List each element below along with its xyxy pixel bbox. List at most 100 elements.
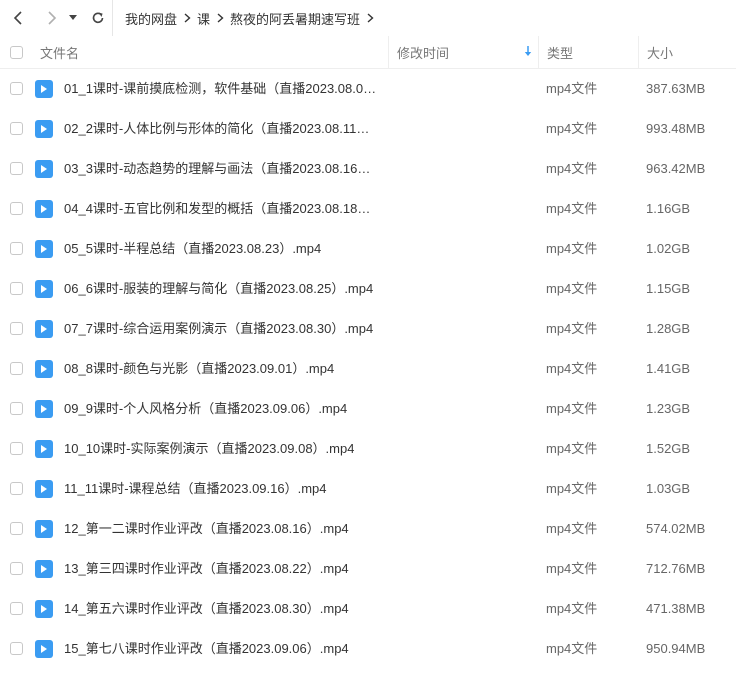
file-list: 01_1课时-课前摸底检测，软件基础（直播2023.08.09）_... mp4文… [0,69,736,669]
file-name[interactable]: 01_1课时-课前摸底检测，软件基础（直播2023.08.09）_... [64,69,380,109]
arrow-right-icon [48,11,57,25]
file-name[interactable]: 04_4课时-五官比例和发型的概括（直播2023.08.18）.mp4 [64,189,380,229]
column-header-size[interactable]: 大小 [638,36,736,68]
file-size: 950.94MB [646,641,706,656]
file-type: mp4文件 [546,441,598,456]
video-file-icon [35,80,53,98]
file-type: mp4文件 [546,241,598,256]
file-name[interactable]: 11_11课时-课程总结（直播2023.09.16）.mp4 [64,469,327,509]
row-checkbox[interactable] [10,82,23,95]
file-size: 1.41GB [646,361,691,376]
file-row[interactable]: 06_6课时-服装的理解与简化（直播2023.08.25）.mp4 mp4文件 1.… [0,269,736,309]
file-type: mp4文件 [546,281,598,296]
file-name[interactable]: 05_5课时-半程总结（直播2023.08.23）.mp4 [64,229,321,269]
file-size: 993.48MB [646,121,706,136]
refresh-button[interactable] [84,0,112,36]
column-header-name[interactable]: 文件名 [40,36,79,68]
row-checkbox[interactable] [10,522,23,535]
chevron-right-icon [177,13,197,23]
video-file-icon [35,320,53,338]
breadcrumb-item-current[interactable]: 熬夜的阿丢暑期速写班 [230,9,360,28]
row-checkbox[interactable] [10,442,23,455]
file-row[interactable]: 14_第五六课时作业评改（直播2023.08.30）.mp4 mp4文件 471.3… [0,589,736,629]
forward-button[interactable] [38,0,66,36]
row-checkbox[interactable] [10,642,23,655]
chevron-right-icon [360,13,380,23]
file-name[interactable]: 02_2课时-人体比例与形体的简化（直播2023.08.11）.mp4 [64,109,380,149]
file-size: 1.52GB [646,441,691,456]
video-file-icon [35,520,53,538]
navigation-bar: 我的网盘 课 熬夜的阿丢暑期速写班 [0,0,736,36]
file-row[interactable]: 08_8课时-颜色与光影（直播2023.09.01）.mp4 mp4文件 1.41G… [0,349,736,389]
file-name[interactable]: 07_7课时-综合运用案例演示（直播2023.08.30）.mp4 [64,309,373,349]
row-checkbox[interactable] [10,162,23,175]
history-dropdown-button[interactable] [66,0,80,36]
file-name[interactable]: 10_10课时-实际案例演示（直播2023.09.08）.mp4 [64,429,354,469]
file-type: mp4文件 [546,121,598,136]
row-checkbox[interactable] [10,282,23,295]
file-type: mp4文件 [546,641,598,656]
file-name[interactable]: 09_9课时-个人风格分析（直播2023.09.06）.mp4 [64,389,347,429]
back-button[interactable] [4,0,32,36]
column-header-time[interactable]: 修改时间 [388,36,538,68]
file-size: 1.03GB [646,481,691,496]
file-name[interactable]: 15_第七八课时作业评改（直播2023.09.06）.mp4 [64,629,349,669]
column-header-time-label: 修改时间 [397,45,450,61]
file-type: mp4文件 [546,401,598,416]
file-list-header: 文件名 修改时间 类型 大小 [0,36,736,69]
video-file-icon [35,280,53,298]
file-size: 387.63MB [646,81,706,96]
video-file-icon [35,480,53,498]
row-checkbox[interactable] [10,562,23,575]
row-checkbox[interactable] [10,362,23,375]
file-type: mp4文件 [546,161,598,176]
file-row[interactable]: 05_5课时-半程总结（直播2023.08.23）.mp4 mp4文件 1.02GB [0,229,736,269]
arrow-left-icon [13,11,22,25]
file-row[interactable]: 01_1课时-课前摸底检测，软件基础（直播2023.08.09）_... mp4文… [0,69,736,109]
file-row[interactable]: 11_11课时-课程总结（直播2023.09.16）.mp4 mp4文件 1.03G… [0,469,736,509]
file-row[interactable]: 04_4课时-五官比例和发型的概括（直播2023.08.18）.mp4 mp4文件… [0,189,736,229]
video-file-icon [35,200,53,218]
file-row[interactable]: 03_3课时-动态趋势的理解与画法（直播2023.08.16）.mp4 mp4文件… [0,149,736,189]
video-file-icon [35,400,53,418]
file-type: mp4文件 [546,561,598,576]
file-name[interactable]: 03_3课时-动态趋势的理解与画法（直播2023.08.16）.mp4 [64,149,380,189]
file-name[interactable]: 12_第一二课时作业评改（直播2023.08.16）.mp4 [64,509,349,549]
row-checkbox[interactable] [10,122,23,135]
select-all-checkbox[interactable] [10,36,23,68]
refresh-icon [92,12,104,24]
file-type: mp4文件 [546,361,598,376]
file-row[interactable]: 15_第七八课时作业评改（直播2023.09.06）.mp4 mp4文件 950.9… [0,629,736,669]
file-type: mp4文件 [546,321,598,336]
row-checkbox[interactable] [10,242,23,255]
file-name[interactable]: 14_第五六课时作业评改（直播2023.08.30）.mp4 [64,589,349,629]
file-size: 471.38MB [646,601,706,616]
chevron-right-icon [210,13,230,23]
breadcrumb-item-root[interactable]: 我的网盘 [125,9,177,28]
video-file-icon [35,240,53,258]
file-size: 963.42MB [646,161,706,176]
file-row[interactable]: 09_9课时-个人风格分析（直播2023.09.06）.mp4 mp4文件 1.23… [0,389,736,429]
file-row[interactable]: 12_第一二课时作业评改（直播2023.08.16）.mp4 mp4文件 574.0… [0,509,736,549]
video-file-icon [35,600,53,618]
file-size: 574.02MB [646,521,706,536]
row-checkbox[interactable] [10,322,23,335]
file-row[interactable]: 07_7课时-综合运用案例演示（直播2023.08.30）.mp4 mp4文件 1.… [0,309,736,349]
file-type: mp4文件 [546,201,598,216]
file-row[interactable]: 10_10课时-实际案例演示（直播2023.09.08）.mp4 mp4文件 1.5… [0,429,736,469]
file-name[interactable]: 13_第三四课时作业评改（直播2023.08.22）.mp4 [64,549,349,589]
breadcrumb-item-folder[interactable]: 课 [197,9,210,28]
row-checkbox[interactable] [10,402,23,415]
row-checkbox[interactable] [10,482,23,495]
column-header-type[interactable]: 类型 [538,36,638,68]
sort-down-icon [524,46,532,56]
file-name[interactable]: 08_8课时-颜色与光影（直播2023.09.01）.mp4 [64,349,334,389]
row-checkbox[interactable] [10,602,23,615]
file-row[interactable]: 13_第三四课时作业评改（直播2023.08.22）.mp4 mp4文件 712.7… [0,549,736,589]
file-type: mp4文件 [546,81,598,96]
file-type: mp4文件 [546,481,598,496]
row-checkbox[interactable] [10,202,23,215]
file-row[interactable]: 02_2课时-人体比例与形体的简化（直播2023.08.11）.mp4 mp4文件… [0,109,736,149]
file-size: 712.76MB [646,561,706,576]
file-name[interactable]: 06_6课时-服装的理解与简化（直播2023.08.25）.mp4 [64,269,373,309]
